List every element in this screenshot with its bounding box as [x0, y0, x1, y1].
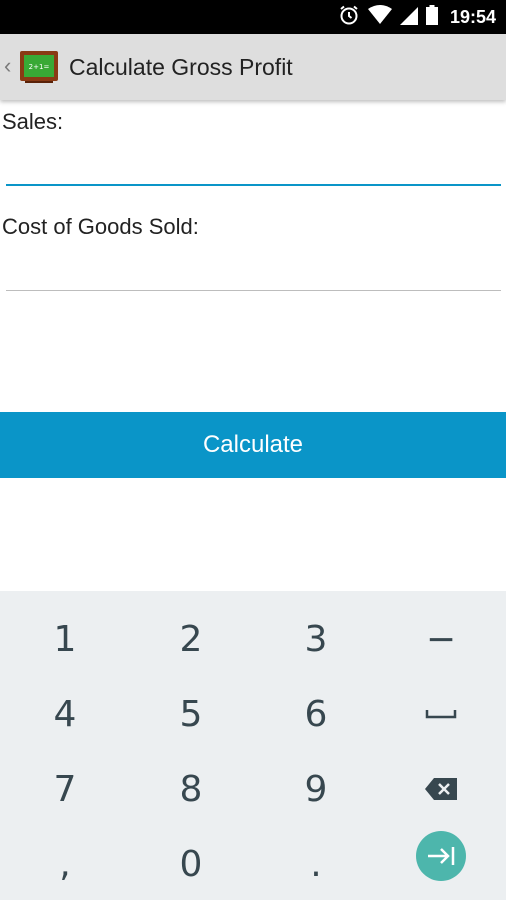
cogs-label: Cost of Goods Sold: — [2, 214, 199, 239]
page-title: Calculate Gross Profit — [69, 54, 293, 80]
key-8[interactable]: 8 — [128, 751, 254, 827]
numeric-keyboard: 1 2 3 − 4 5 6 7 8 9 , 0 . — [0, 591, 506, 900]
signal-icon — [399, 5, 418, 30]
key-4[interactable]: 4 — [2, 676, 128, 752]
status-time: 19:54 — [449, 6, 496, 27]
space-bar-icon — [425, 710, 457, 719]
key-1[interactable]: 1 — [2, 601, 128, 677]
backspace-icon — [425, 778, 457, 800]
key-space[interactable] — [378, 676, 504, 752]
wifi-icon — [367, 4, 392, 30]
battery-icon — [425, 4, 438, 30]
key-backspace[interactable] — [378, 751, 504, 827]
cogs-input[interactable] — [6, 254, 501, 288]
cogs-input-underline — [6, 290, 501, 291]
sales-label: Sales: — [2, 109, 64, 134]
calculate-button[interactable]: Calculate — [0, 412, 506, 478]
back-chevron-icon[interactable]: ‹ — [4, 53, 11, 79]
key-period[interactable]: . — [253, 826, 379, 900]
key-comma[interactable]: , — [2, 826, 128, 900]
key-9[interactable]: 9 — [253, 751, 379, 827]
calculator-board-icon[interactable]: 2+1= — [19, 50, 59, 84]
key-3[interactable]: 3 — [253, 601, 379, 677]
sales-input[interactable] — [6, 148, 501, 182]
next-arrow-icon — [428, 847, 455, 865]
key-0[interactable]: 0 — [128, 826, 254, 900]
next-key-circle — [416, 831, 466, 881]
status-bar: 19:54 — [0, 0, 506, 34]
key-7[interactable]: 7 — [2, 751, 128, 827]
sales-input-underline — [6, 184, 501, 186]
alarm-icon — [338, 4, 360, 31]
status-icons: 19:54 — [338, 0, 496, 34]
key-5[interactable]: 5 — [128, 676, 254, 752]
key-6[interactable]: 6 — [253, 676, 379, 752]
key-next[interactable] — [378, 818, 504, 894]
app-icon-text: 2+1= — [29, 63, 50, 71]
key-minus[interactable]: − — [378, 601, 504, 677]
action-bar: ‹ 2+1= Calculate Gross Profit — [0, 34, 506, 100]
key-2[interactable]: 2 — [128, 601, 254, 677]
